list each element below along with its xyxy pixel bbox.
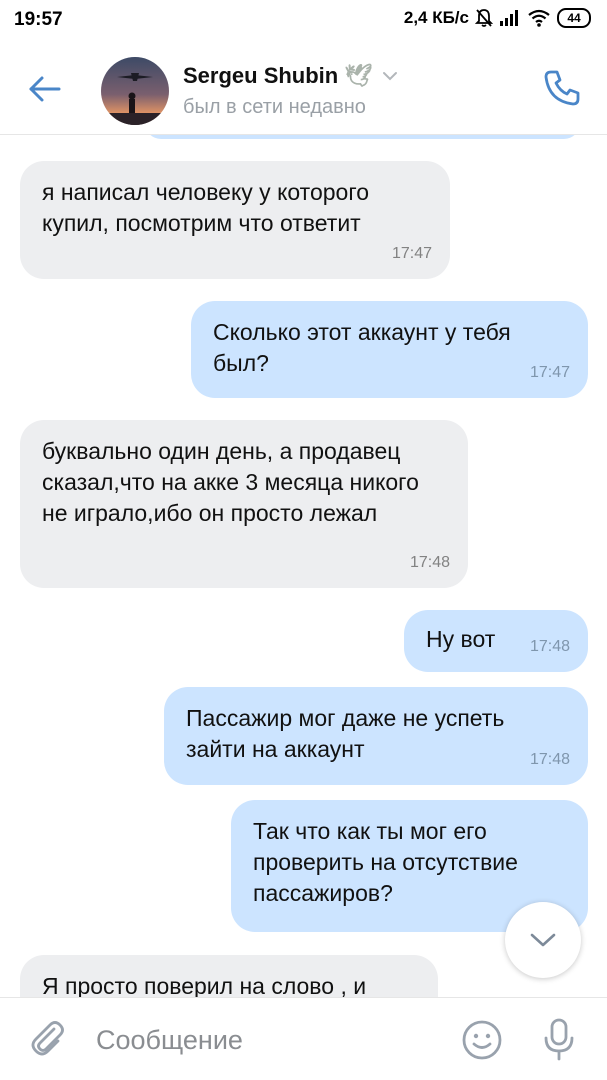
scroll-down-button[interactable] [505,902,581,978]
network-speed: 2,4 КБ/с [403,8,469,27]
message-composer [0,997,607,1080]
dove-emoji: 🕊 [344,63,373,88]
status-bar: 19:57 2,4 КБ/с 44 [0,0,607,40]
message-incoming[interactable]: я написал человеку у которого купил, пос… [20,161,450,279]
message-incoming[interactable]: Я просто поверил на слово , и [20,955,438,997]
message-list[interactable]: я написал человеку у которого купил, пос… [0,135,607,997]
message-incoming[interactable]: буквально один день, а продавец сказал,ч… [20,420,468,588]
message-text: я написал человеку у которого купил, пос… [42,179,370,236]
signal-icon [499,9,521,27]
message-outgoing[interactable]: Ну вот 17:48 [404,610,588,672]
chevron-down-icon[interactable] [382,71,398,81]
back-button[interactable] [22,66,68,112]
message-input[interactable] [96,1020,436,1060]
message-time: 17:48 [409,554,450,571]
alarm-off-icon [475,8,493,28]
battery-level: 44 [567,11,581,25]
message-outgoing[interactable]: Сколько этот аккаунт у тебя был? 17:47 [191,301,588,398]
wifi-icon [527,9,551,27]
attach-icon [31,1021,64,1056]
message-text: Пассажир мог даже не успеть зайти на акк… [186,705,505,762]
battery-icon: 44 [557,8,591,28]
contact-status: был в сети недавно [183,96,366,118]
chat-header: Sergeu Shubin 🕊 был в сети недавно [0,40,607,135]
message-text: Сколько этот аккаунт у тебя был? [213,319,511,376]
emoji-icon [462,1020,502,1060]
message-text: буквально один день, а продавец сказал,ч… [42,438,419,526]
phone-icon [544,70,580,106]
status-time: 19:57 [14,9,63,30]
avatar[interactable] [101,57,169,125]
chevron-down-icon [530,933,556,947]
status-icons: 2,4 КБ/с 44 [404,8,591,28]
previous-message-bubble [145,135,580,139]
microphone-icon [544,1018,574,1061]
message-outgoing[interactable]: Пассажир мог даже не успеть зайти на акк… [164,687,588,785]
microphone-button[interactable] [537,1016,581,1064]
call-button[interactable] [539,65,585,111]
contact-name-text: Sergeu Shubin [183,63,339,88]
message-text: Так что как ты мог его проверить на отсу… [253,818,518,906]
contact-name[interactable]: Sergeu Shubin 🕊 [183,63,398,89]
message-time: 17:48 [529,638,570,655]
message-text: Я просто поверил на слово , и [42,973,367,997]
attach-button[interactable] [26,1018,68,1060]
message-time: 17:47 [391,245,432,262]
emoji-button[interactable] [460,1018,504,1062]
message-time: 17:47 [529,364,570,381]
back-arrow-icon [29,76,61,102]
message-time: 17:48 [529,751,570,768]
